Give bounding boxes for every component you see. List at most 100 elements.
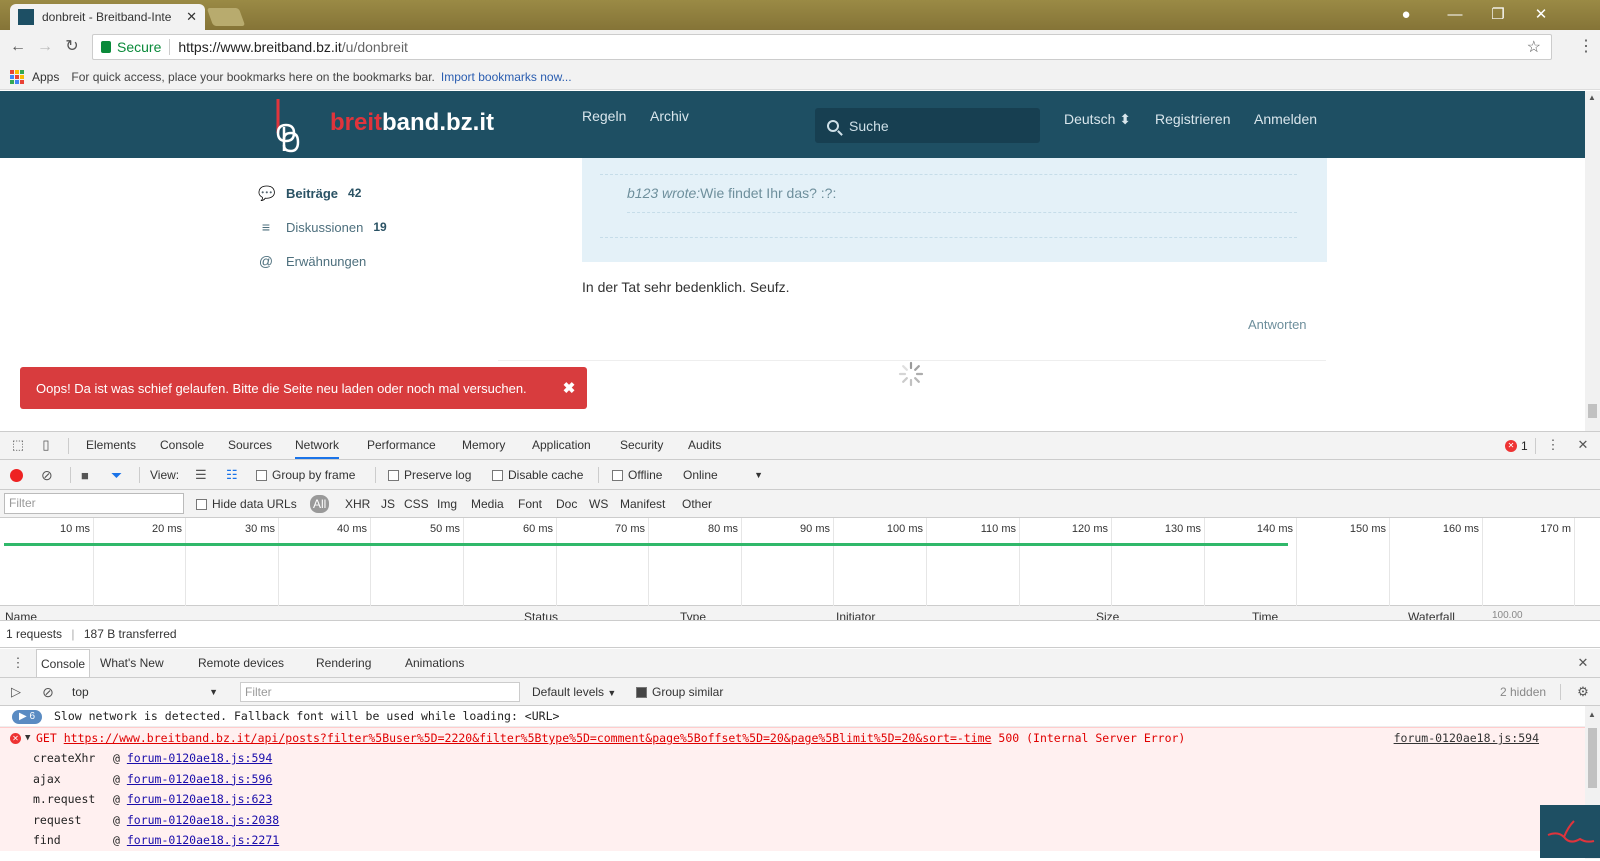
tab-performance[interactable]: Performance (367, 432, 436, 459)
network-filter-input[interactable]: Filter (4, 493, 184, 514)
window-close-icon[interactable]: ✕ (1529, 4, 1553, 26)
console-settings-gear-icon[interactable]: ⚙ (1575, 684, 1591, 700)
type-filter-other[interactable]: Other (682, 490, 712, 518)
reply-button[interactable]: Antworten (1248, 317, 1307, 332)
console-scrollbar-thumb[interactable] (1588, 728, 1597, 788)
offline-checkbox[interactable]: Offline (612, 460, 662, 490)
stack-frame-link[interactable]: forum-0120ae18.js:2271 (127, 833, 279, 847)
column-status[interactable]: Status (524, 610, 558, 620)
drawer-tab-console[interactable]: Console (36, 649, 91, 677)
sidebar-item-mentions[interactable]: @ Erwähnungen (258, 244, 387, 278)
tab-console[interactable]: Console (160, 432, 204, 459)
large-rows-icon[interactable]: ☰ (195, 460, 207, 490)
type-filter-all[interactable]: All (310, 495, 330, 513)
type-filter-js[interactable]: JS (381, 490, 395, 518)
register-link[interactable]: Registrieren (1155, 111, 1230, 127)
drawer-tab-rendering[interactable]: Rendering (316, 649, 371, 677)
tab-elements[interactable]: Elements (86, 432, 136, 459)
stack-frame-link[interactable]: forum-0120ae18.js:596 (127, 772, 272, 786)
group-similar-checkbox[interactable]: Group similar (636, 678, 723, 706)
back-icon[interactable]: ← (8, 37, 28, 57)
tab-application[interactable]: Application (532, 432, 591, 459)
forum-logo-text[interactable]: breitband.bz.it (330, 109, 494, 137)
type-filter-css[interactable]: CSS (404, 490, 429, 518)
column-initiator[interactable]: Initiator (836, 610, 875, 620)
import-bookmarks-link[interactable]: Import bookmarks now... (441, 70, 572, 84)
forward-icon[interactable]: → (35, 37, 55, 57)
error-request-url[interactable]: https://www.breitband.bz.it/api/posts?fi… (64, 731, 992, 745)
bookmark-star-icon[interactable]: ☆ (1527, 37, 1541, 57)
tab-audits[interactable]: Audits (688, 432, 721, 459)
stack-frame-link[interactable]: forum-0120ae18.js:594 (127, 751, 272, 765)
apps-grid-icon[interactable] (10, 69, 24, 84)
column-name[interactable]: Name (5, 610, 37, 620)
screenshot-camera-icon[interactable]: ■ (81, 460, 89, 490)
scroll-up-icon[interactable]: ▲ (1588, 93, 1596, 102)
overview-waterfall-icon[interactable]: ☷ (226, 460, 238, 490)
record-button[interactable] (10, 460, 23, 490)
preserve-log-checkbox[interactable]: Preserve log (388, 460, 471, 490)
throttling-select[interactable]: Online ▼ (683, 460, 763, 490)
drawer-tab-whats-new[interactable]: What's New (100, 649, 164, 677)
minimize-icon[interactable]: — (1443, 4, 1467, 26)
apps-link[interactable]: Apps (32, 70, 59, 84)
hide-data-urls-checkbox[interactable]: Hide data URLs (196, 490, 297, 518)
network-timeline-overview[interactable]: 10 ms 20 ms 30 ms 40 ms 50 ms 60 ms 70 ms 80 ms… (0, 518, 1600, 606)
browser-tab[interactable]: donbreit - Breitband-Inte ✕ (10, 4, 205, 30)
stack-frame-link[interactable]: forum-0120ae18.js:623 (127, 792, 272, 806)
tab-security[interactable]: Security (620, 432, 663, 459)
forum-logo-icon[interactable] (272, 97, 302, 153)
sidebar-item-discussions[interactable]: ≡ Diskussionen 19 (258, 210, 387, 244)
error-source-link[interactable]: forum-0120ae18.js:594 (1394, 728, 1539, 749)
type-filter-doc[interactable]: Doc (556, 490, 577, 518)
clear-icon[interactable]: ⊘ (41, 460, 53, 490)
drawer-tab-remote-devices[interactable]: Remote devices (198, 649, 284, 677)
restore-icon[interactable]: ❐ (1486, 4, 1510, 26)
alert-close-icon[interactable]: ✖ (551, 379, 587, 397)
console-info-message[interactable]: ▶ 6 Slow network is detected. Fallback f… (0, 706, 1585, 727)
context-select[interactable]: top (72, 682, 222, 702)
column-size[interactable]: Size (1096, 610, 1119, 620)
column-type[interactable]: Type (680, 610, 706, 620)
login-link[interactable]: Anmelden (1254, 111, 1317, 127)
type-filter-font[interactable]: Font (518, 490, 542, 518)
devtools-close-icon[interactable]: ✕ (1575, 437, 1591, 453)
error-counter[interactable]: ✕ 1 (1505, 439, 1528, 453)
group-by-frame-checkbox[interactable]: Group by frame (256, 460, 355, 490)
browser-menu-icon[interactable]: ⋮ (1576, 37, 1596, 57)
device-toolbar-icon[interactable]: ▯ (38, 437, 54, 453)
reload-icon[interactable]: ↻ (62, 37, 82, 57)
column-time[interactable]: Time (1252, 610, 1278, 620)
page-scrollbar-thumb[interactable] (1588, 404, 1597, 418)
tab-memory[interactable]: Memory (462, 432, 505, 459)
expand-triangle-icon[interactable]: ▼ (25, 728, 30, 749)
column-waterfall[interactable]: Waterfall (1408, 610, 1455, 620)
page-scrollbar[interactable]: ▲ (1585, 91, 1600, 431)
tab-network[interactable]: Network (295, 432, 340, 459)
type-filter-manifest[interactable]: Manifest (620, 490, 665, 518)
log-levels-select[interactable]: Default levels ▼ (532, 678, 616, 706)
drawer-tab-animations[interactable]: Animations (405, 649, 464, 677)
console-filter-input[interactable]: Filter (240, 682, 520, 702)
tab-close-icon[interactable]: ✕ (186, 9, 197, 25)
scroll-up-icon[interactable]: ▲ (1588, 710, 1596, 719)
stack-frame-link[interactable]: forum-0120ae18.js:2038 (127, 813, 279, 827)
inspect-element-icon[interactable]: ⬚ (10, 437, 26, 453)
drawer-close-icon[interactable]: ✕ (1575, 655, 1591, 671)
disable-cache-checkbox[interactable]: Disable cache (492, 460, 583, 490)
nav-rules-link[interactable]: Regeln (582, 108, 626, 124)
console-sidebar-icon[interactable]: ▷ (8, 684, 24, 700)
type-filter-media[interactable]: Media (471, 490, 504, 518)
filter-funnel-icon[interactable]: ⏷ (111, 460, 122, 490)
drawer-menu-icon[interactable]: ⋮ (10, 655, 26, 671)
nav-archive-link[interactable]: Archiv (650, 108, 689, 124)
new-tab-button[interactable] (206, 8, 246, 26)
clear-console-icon[interactable]: ⊘ (40, 684, 56, 700)
tab-sources[interactable]: Sources (228, 432, 272, 459)
type-filter-ws[interactable]: WS (589, 490, 608, 518)
address-bar[interactable]: Secure https://www.breitband.bz.it/u/don… (92, 34, 1552, 60)
forum-search-input[interactable]: Suche (815, 108, 1040, 143)
sidebar-item-posts[interactable]: 💬 Beiträge 42 (258, 176, 387, 210)
console-error-message[interactable]: ✕ ▼ GET https://www.breitband.bz.it/api/… (0, 727, 1585, 748)
type-filter-xhr[interactable]: XHR (345, 490, 370, 518)
